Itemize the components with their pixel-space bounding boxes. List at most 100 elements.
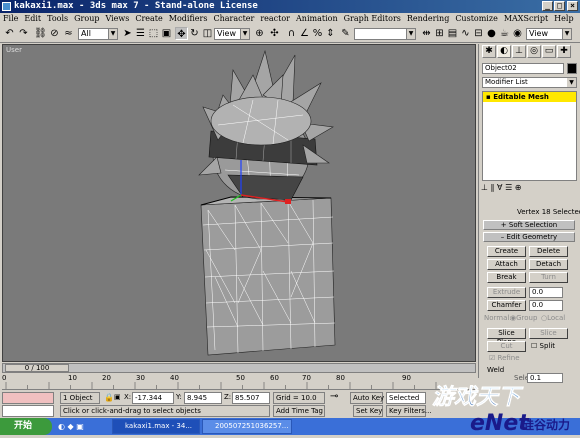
- curve-editor-icon[interactable]: ∿: [459, 27, 472, 40]
- redo-icon[interactable]: ↷: [17, 27, 30, 40]
- break-button[interactable]: Break: [487, 272, 526, 283]
- split-checkbox[interactable]: ☐ Split: [531, 342, 555, 351]
- rectangular-selection-icon[interactable]: ⬚: [147, 27, 160, 40]
- menu-reactor[interactable]: reactor: [260, 14, 290, 23]
- time-slider-thumb[interactable]: 0 / 100: [5, 364, 69, 372]
- taskbar-item-3dsmax[interactable]: kakaxi1.max - 34...: [112, 419, 200, 434]
- perspective-viewport[interactable]: User: [2, 44, 476, 362]
- menu-views[interactable]: Views: [105, 14, 129, 23]
- utilities-tab-icon[interactable]: ✚: [557, 45, 571, 58]
- percent-snap-icon[interactable]: %: [311, 27, 324, 40]
- attach-button[interactable]: Attach: [487, 259, 526, 270]
- menu-create[interactable]: Create: [135, 14, 162, 23]
- pin-stack-icon[interactable]: ⊥ ∥ ∀ ☰ ⊕: [481, 183, 522, 192]
- key-selection-dropdown[interactable]: Selected: [386, 392, 426, 404]
- menu-maxscript[interactable]: MAXScript: [504, 14, 548, 23]
- track-bar[interactable]: 0 10 20 30 40 50 60 70 80 90: [2, 374, 476, 390]
- menu-tools[interactable]: Tools: [47, 14, 68, 23]
- auto-key-button[interactable]: Auto Key: [350, 392, 384, 404]
- menu-graph-editors[interactable]: Graph Editors: [344, 14, 401, 23]
- render-type-dropdown[interactable]: View ▼: [526, 28, 572, 40]
- time-slider[interactable]: 0 / 100: [2, 363, 476, 373]
- bind-space-warp-icon[interactable]: ≈: [62, 27, 75, 40]
- menu-help[interactable]: Help: [554, 14, 573, 23]
- select-object-icon[interactable]: ➤: [121, 27, 134, 40]
- schematic-view-icon[interactable]: ⊟: [472, 27, 485, 40]
- object-name-field[interactable]: Object02: [482, 63, 564, 74]
- pivot-center-icon[interactable]: ⊕: [253, 27, 266, 40]
- menu-edit[interactable]: Edit: [24, 14, 41, 23]
- group-radio[interactable]: ◉Group: [510, 314, 537, 323]
- lock-selection-icon[interactable]: 🔒: [104, 393, 114, 402]
- transform-mode-icon[interactable]: ▣: [114, 393, 121, 402]
- close-button[interactable]: ×: [567, 1, 578, 11]
- slice-plane-button[interactable]: Slice Plane: [487, 328, 526, 346]
- maxscript-listener-field[interactable]: [2, 392, 54, 404]
- mirror-icon[interactable]: ⇹: [420, 27, 433, 40]
- extrude-value-field[interactable]: 0.0: [529, 287, 563, 298]
- maxscript-output-field[interactable]: [2, 405, 54, 417]
- unlink-icon[interactable]: ⊘: [48, 27, 61, 40]
- stack-item-editable-mesh[interactable]: ▪ Editable Mesh: [483, 92, 576, 102]
- modifier-list-dropdown[interactable]: Modifier List ▼: [482, 77, 577, 88]
- undo-icon[interactable]: ↶: [3, 27, 16, 40]
- taskbar-item-image[interactable]: 200507251036257...: [202, 419, 292, 434]
- window-crossing-icon[interactable]: ▣: [160, 27, 173, 40]
- local-radio[interactable]: ○Local: [541, 314, 565, 323]
- detach-button[interactable]: Detach: [529, 259, 568, 270]
- start-button[interactable]: 开始: [0, 418, 52, 435]
- menu-group[interactable]: Group: [74, 14, 99, 23]
- edit-geometry-rollout[interactable]: – Edit Geometry: [483, 232, 575, 242]
- refine-checkbox[interactable]: ☑ Refine: [489, 354, 520, 363]
- quick-render-icon[interactable]: ◉: [511, 27, 524, 40]
- z-coordinate-field[interactable]: 85.507: [232, 392, 270, 404]
- key-icon[interactable]: ⊸: [330, 392, 338, 402]
- soft-selection-rollout[interactable]: + Soft Selection: [483, 220, 575, 230]
- select-manipulate-icon[interactable]: ✣: [268, 27, 281, 40]
- align-icon[interactable]: ⊞: [433, 27, 446, 40]
- display-tab-icon[interactable]: ▭: [542, 45, 556, 58]
- menu-modifiers[interactable]: Modifiers: [169, 14, 208, 23]
- menu-customize[interactable]: Customize: [455, 14, 498, 23]
- object-color-swatch[interactable]: [567, 63, 577, 74]
- selection-filter-dropdown[interactable]: All ▼: [78, 28, 118, 40]
- select-and-move-icon[interactable]: ✥: [175, 27, 188, 40]
- reference-coordinate-dropdown[interactable]: View ▼: [214, 28, 250, 40]
- x-coordinate-field[interactable]: -17.344: [132, 392, 174, 404]
- edit-named-selections-icon[interactable]: ✎: [339, 27, 352, 40]
- chamfer-button[interactable]: Chamfer: [487, 300, 526, 311]
- menu-character[interactable]: Character: [213, 14, 254, 23]
- chamfer-value-field[interactable]: 0.0: [529, 300, 563, 311]
- maximize-button[interactable]: □: [554, 1, 565, 11]
- weld-threshold-field[interactable]: 0.1: [527, 373, 563, 383]
- menu-rendering[interactable]: Rendering: [407, 14, 449, 23]
- render-scene-icon[interactable]: ☕: [498, 27, 511, 40]
- delete-button[interactable]: Delete: [529, 246, 568, 257]
- motion-tab-icon[interactable]: ◎: [527, 45, 541, 58]
- slice-button[interactable]: Slice: [529, 328, 568, 339]
- create-tab-icon[interactable]: ✱: [482, 45, 496, 58]
- spinner-snap-icon[interactable]: ⇕: [324, 27, 337, 40]
- key-filters-button[interactable]: Key Filters...: [386, 405, 432, 417]
- menu-file[interactable]: File: [3, 14, 18, 23]
- create-button[interactable]: Create: [487, 246, 526, 257]
- angle-snap-icon[interactable]: ∠: [298, 27, 311, 40]
- minimize-button[interactable]: _: [542, 1, 553, 11]
- snap-toggle-icon[interactable]: ∩: [285, 27, 298, 40]
- select-and-rotate-icon[interactable]: ↻: [188, 27, 201, 40]
- add-time-tag-button[interactable]: Add Time Tag: [273, 405, 325, 417]
- quicklaunch-icons[interactable]: ◐ ◆ ▣: [58, 422, 84, 431]
- menu-animation[interactable]: Animation: [296, 14, 338, 23]
- named-selection-dropdown[interactable]: ▼: [354, 28, 416, 40]
- hierarchy-tab-icon[interactable]: ⊥: [512, 45, 526, 58]
- y-coordinate-field[interactable]: 8.945: [184, 392, 222, 404]
- layer-manager-icon[interactable]: ▤: [446, 27, 459, 40]
- extrude-button[interactable]: Extrude: [487, 287, 526, 298]
- set-key-button[interactable]: Set Key: [353, 405, 383, 417]
- turn-button[interactable]: Turn: [529, 272, 568, 283]
- modify-tab-icon[interactable]: ◐: [497, 45, 511, 58]
- select-by-name-icon[interactable]: ☰: [134, 27, 147, 40]
- select-link-icon[interactable]: ⛓: [34, 27, 47, 40]
- cut-button[interactable]: Cut: [487, 341, 526, 352]
- material-editor-icon[interactable]: ●: [485, 27, 498, 40]
